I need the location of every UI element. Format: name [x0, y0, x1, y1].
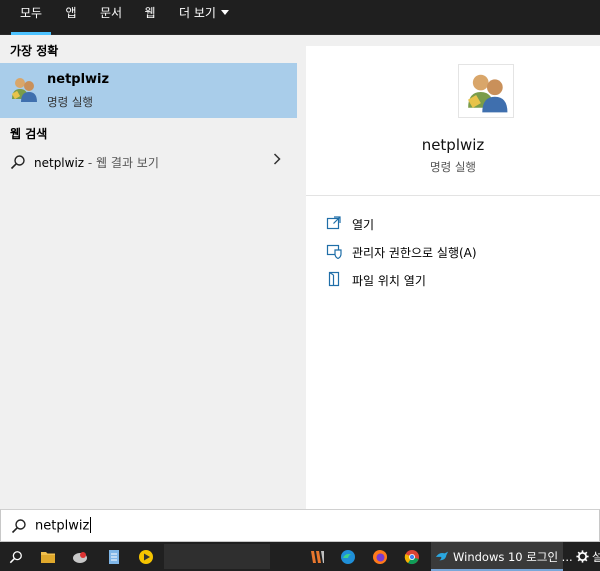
web-search-result[interactable]: netplwiz - 웹 결과 보기	[0, 149, 297, 175]
taskbar-file-explorer[interactable]	[34, 542, 62, 571]
taskbar-chrome[interactable]	[398, 542, 426, 571]
taskbar: Windows 10 로그인 ... 설	[0, 542, 600, 571]
settings-label: 설	[592, 550, 600, 564]
notepad-icon	[109, 549, 119, 564]
tab-apps[interactable]: 앱	[58, 0, 84, 35]
app-icon-tile	[458, 64, 514, 118]
taskbar-app-notepad[interactable]	[100, 542, 128, 571]
results-pane: 가장 정확 netplwiz 명령 실행 웹 검색 netplwiz - 웹 결…	[0, 36, 297, 509]
tab-more-label: 더 보기	[179, 6, 216, 20]
web-search-heading: 웹 검색	[10, 127, 48, 141]
taskbar-app-media[interactable]	[132, 542, 160, 571]
action-run-as-admin-label: 관리자 권한으로 실행(A)	[352, 246, 477, 260]
best-match-type: 명령 실행	[47, 95, 93, 109]
action-open-label: 열기	[352, 218, 375, 232]
preview-app-type: 명령 실행	[430, 160, 476, 174]
best-match-heading: 가장 정확	[10, 44, 59, 58]
web-result-query: netplwiz	[34, 156, 85, 170]
taskbar-edge[interactable]	[334, 542, 362, 571]
tab-more[interactable]: 더 보기	[172, 0, 236, 35]
search-input-value: netplwiz	[35, 518, 90, 534]
search-filter-tabs: 모두 앱 문서 웹 더 보기	[0, 0, 600, 35]
search-icon	[9, 550, 22, 563]
folder-icon	[41, 551, 55, 563]
search-box[interactable]: netplwiz	[0, 509, 600, 542]
gear-icon	[576, 550, 589, 563]
taskbar-active-window[interactable]: Windows 10 로그인 ...	[431, 542, 573, 571]
edge-icon	[341, 549, 355, 564]
firefox-icon	[373, 549, 387, 564]
taskbar-app-mail[interactable]	[66, 542, 94, 571]
tab-documents[interactable]: 문서	[94, 0, 128, 35]
app-icon	[311, 550, 324, 563]
shield-icon	[326, 244, 342, 259]
preview-pane: netplwiz 명령 실행 열기 관리자 권한으로 실행(A) 파일 위치 열…	[306, 46, 600, 509]
preview-app-name: netplwiz	[421, 136, 485, 154]
user-accounts-icon	[467, 74, 508, 113]
web-result-suffix: - 웹 결과 보기	[84, 156, 159, 170]
action-run-as-admin[interactable]: 관리자 권한으로 실행(A)	[326, 242, 586, 262]
chrome-icon	[404, 549, 419, 564]
app-icon	[73, 551, 87, 563]
chevron-down-icon	[220, 10, 229, 15]
play-icon	[139, 549, 153, 564]
taskbar-firefox[interactable]	[366, 542, 394, 571]
action-open[interactable]: 열기	[326, 214, 586, 234]
best-match-name: netplwiz	[47, 72, 110, 87]
text-cursor	[90, 517, 92, 533]
user-accounts-icon	[11, 78, 37, 102]
taskbar-search-button[interactable]	[0, 542, 32, 571]
action-open-file-location[interactable]: 파일 위치 열기	[326, 270, 586, 290]
taskbar-blank-slot	[164, 544, 270, 569]
search-icon	[11, 519, 26, 534]
search-input[interactable]: netplwiz	[35, 517, 92, 534]
taskbar-settings[interactable]: 설	[574, 542, 600, 571]
active-window-title: Windows 10 로그인 ...	[453, 550, 573, 564]
tab-web[interactable]: 웹	[137, 0, 163, 35]
web-result-text: netplwiz - 웹 결과 보기	[34, 154, 159, 171]
open-icon	[326, 216, 341, 230]
search-icon	[10, 155, 25, 170]
chevron-right-icon[interactable]	[273, 152, 281, 166]
bird-icon	[435, 551, 449, 561]
file-location-icon	[328, 271, 340, 287]
action-open-file-location-label: 파일 위치 열기	[352, 274, 426, 288]
best-match-item[interactable]: netplwiz 명령 실행	[0, 63, 297, 118]
tab-all[interactable]: 모두	[11, 0, 51, 35]
taskbar-app-winamp[interactable]	[304, 542, 332, 571]
preview-header: netplwiz 명령 실행	[306, 46, 600, 196]
